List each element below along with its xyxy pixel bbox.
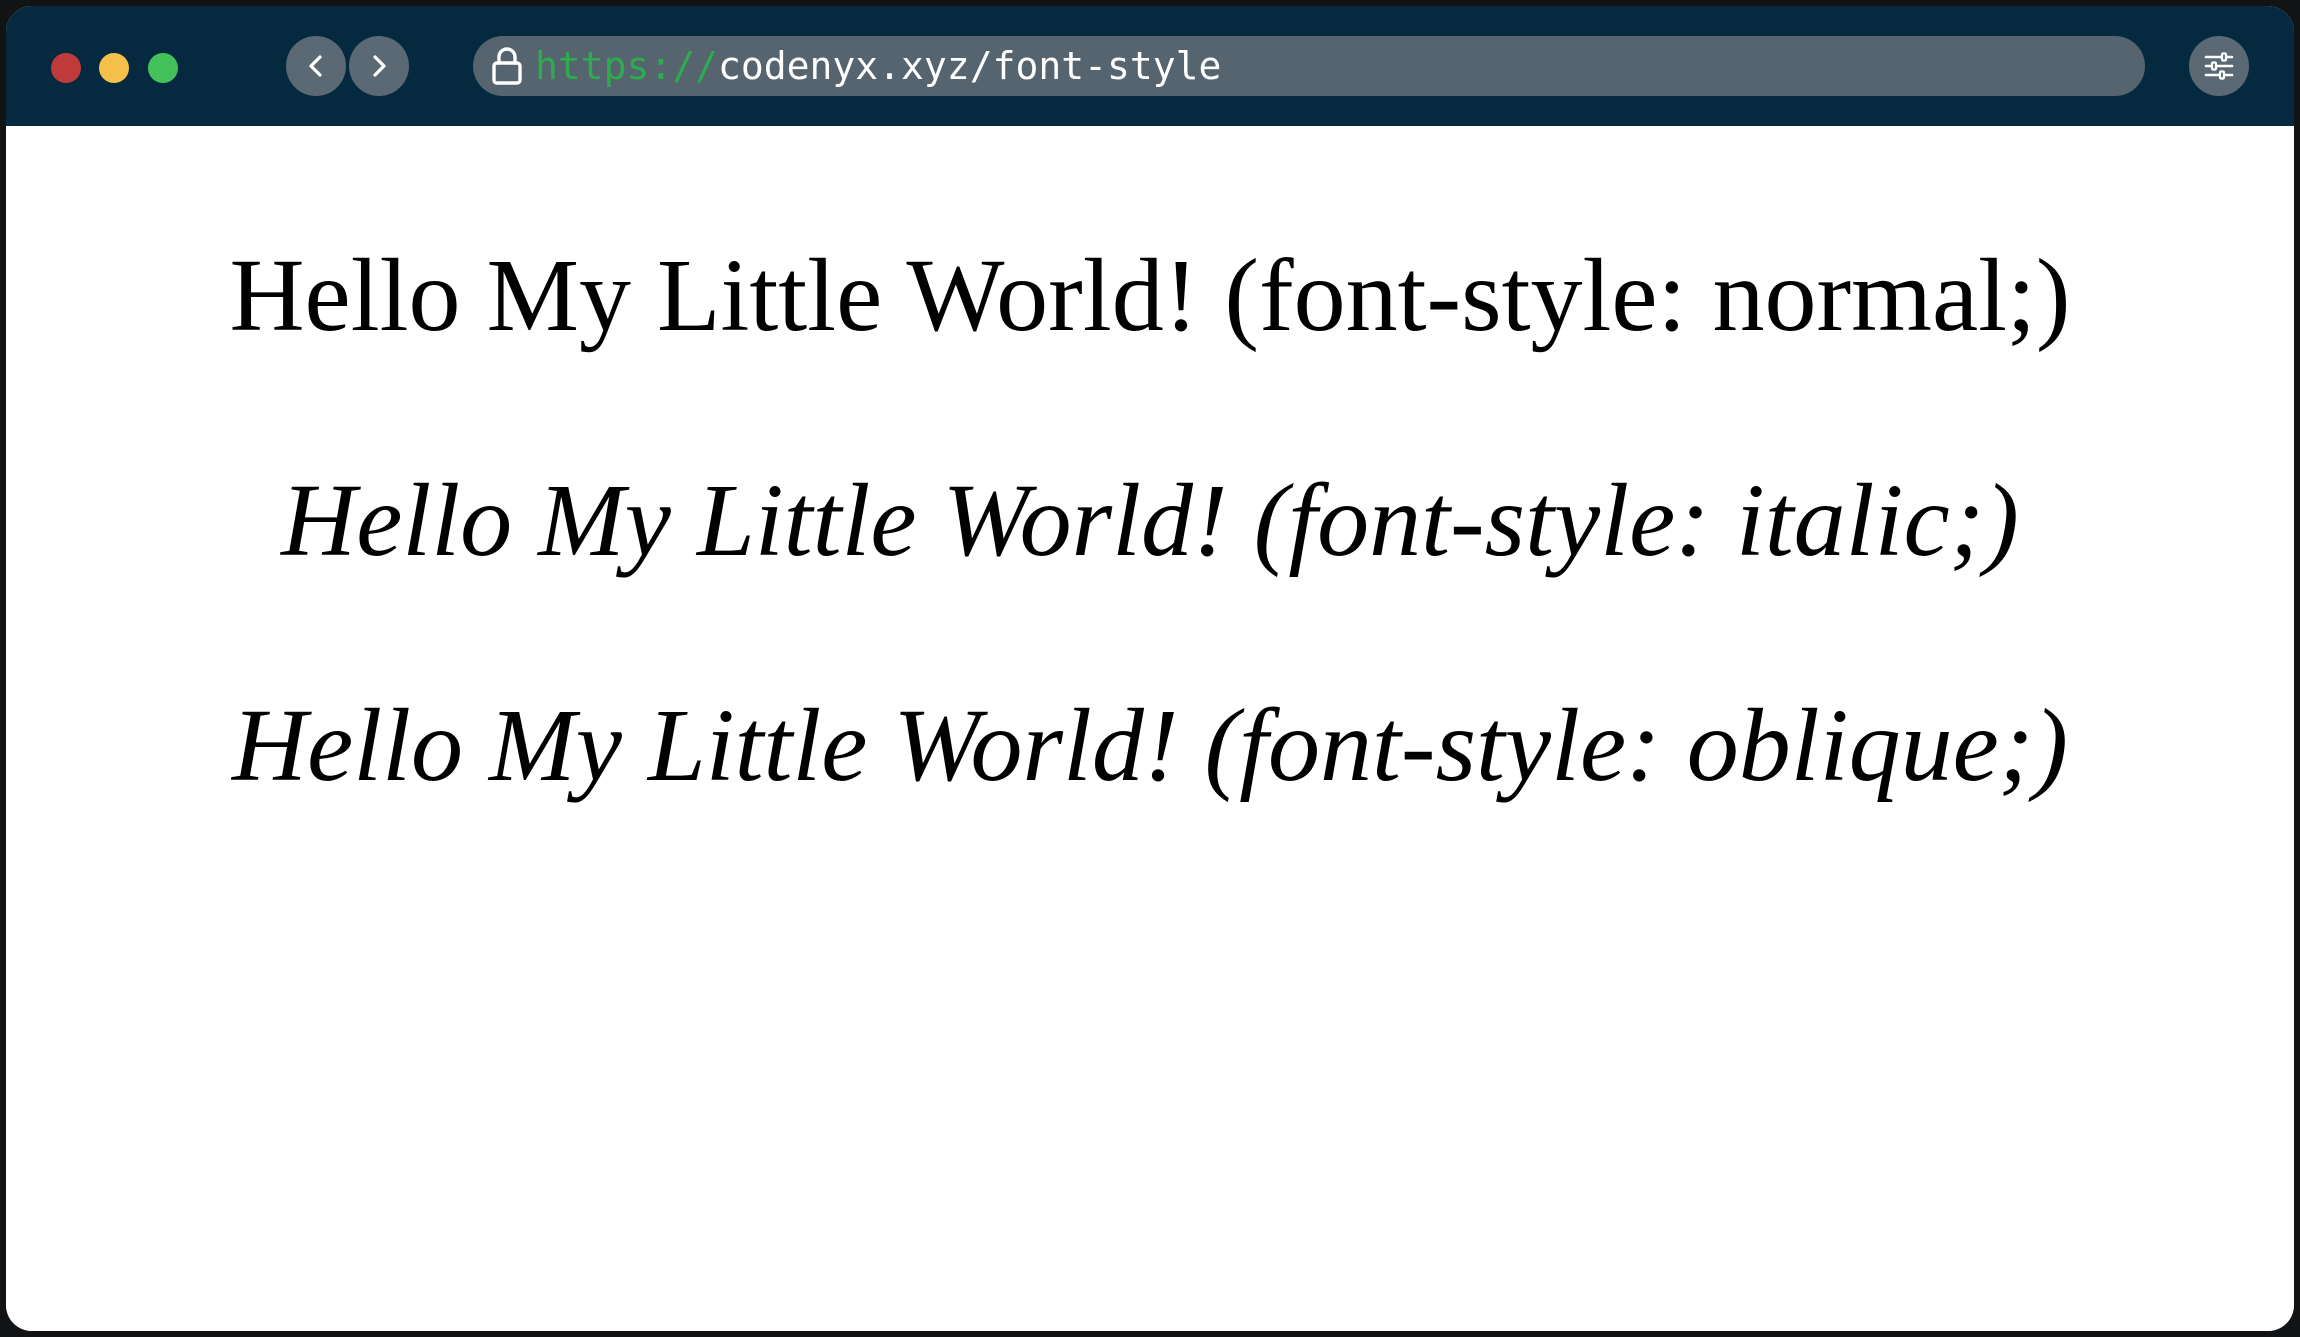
url-scheme: https:// — [535, 44, 719, 88]
close-window-button[interactable] — [51, 53, 81, 83]
url-path: codenyx.xyz/font-style — [718, 44, 1222, 88]
chevron-left-icon — [309, 55, 322, 77]
settings-menu-button[interactable] — [2189, 36, 2249, 96]
font-style-normal-text: Hello My Little World! (font-style: norm… — [229, 238, 2071, 353]
back-button[interactable] — [286, 36, 346, 96]
forward-button[interactable] — [349, 36, 409, 96]
chevron-right-icon — [373, 55, 386, 77]
address-url: https://codenyx.xyz/font-style — [535, 36, 1221, 96]
font-style-italic-text: Hello My Little World! (font-style: ital… — [281, 463, 2019, 578]
browser-window: https://codenyx.xyz/font-style Hello My … — [6, 6, 2294, 1331]
sliders-icon — [2204, 52, 2234, 80]
page-content: Hello My Little World! (font-style: norm… — [6, 126, 2294, 1331]
address-bar[interactable]: https://codenyx.xyz/font-style — [473, 36, 2145, 96]
browser-titlebar: https://codenyx.xyz/font-style — [6, 6, 2294, 126]
maximize-window-button[interactable] — [148, 53, 178, 83]
minimize-window-button[interactable] — [99, 53, 129, 83]
font-style-oblique-text: Hello My Little World! (font-style: obli… — [232, 688, 2068, 803]
lock-icon — [487, 44, 527, 88]
